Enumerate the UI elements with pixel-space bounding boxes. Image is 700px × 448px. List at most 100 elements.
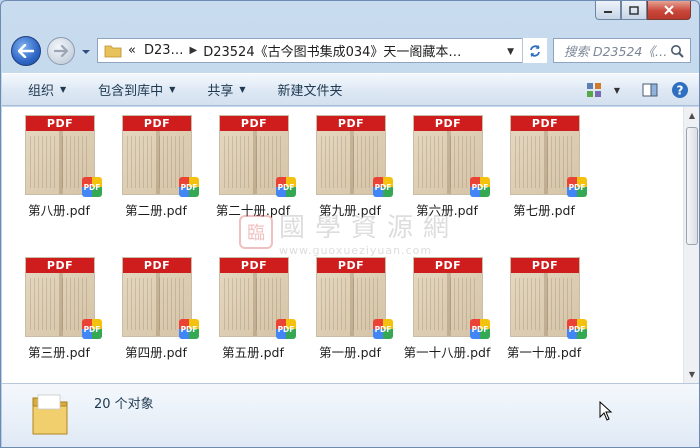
minimize-button[interactable] bbox=[595, 1, 621, 20]
mouse-cursor-icon bbox=[599, 401, 613, 421]
chevron-down-icon: ▼ bbox=[169, 85, 176, 94]
file-name: 第二十册.pdf bbox=[215, 203, 291, 218]
svg-text:?: ? bbox=[677, 84, 684, 98]
organize-button[interactable]: 组织 ▼ bbox=[2, 74, 78, 105]
include-in-library-button[interactable]: 包含到库中 ▼ bbox=[78, 74, 187, 105]
pdf-banner: PDF bbox=[220, 116, 288, 131]
explorer-window: « D23… ▶ D23524《古今图书集成034》天一阁藏本… ▼ 搜索 D2… bbox=[0, 0, 700, 448]
pdf-banner: PDF bbox=[511, 116, 579, 131]
pdf-app-icon: PDF bbox=[82, 319, 102, 339]
recent-pages-dropdown-icon[interactable] bbox=[81, 47, 91, 57]
pdf-app-icon: PDF bbox=[373, 319, 393, 339]
file-name: 第三册.pdf bbox=[28, 345, 90, 360]
refresh-button[interactable] bbox=[522, 38, 547, 63]
new-folder-label: 新建文件夹 bbox=[277, 84, 343, 99]
pdf-banner: PDF bbox=[123, 116, 191, 131]
file-name: 第二册.pdf bbox=[125, 203, 187, 218]
file-item[interactable]: PDF PDF 第八册.pdf bbox=[13, 107, 105, 227]
pdf-app-icon: PDF bbox=[567, 177, 587, 197]
share-button[interactable]: 共享 ▼ bbox=[187, 74, 257, 105]
file-item[interactable]: PDF PDF 第二十册.pdf bbox=[207, 107, 299, 227]
pdf-banner: PDF bbox=[414, 258, 482, 273]
breadcrumb-separator-icon[interactable]: ▶ bbox=[190, 45, 198, 56]
file-item[interactable]: PDF PDF 第七册.pdf bbox=[498, 107, 590, 227]
pdf-app-icon: PDF bbox=[82, 177, 102, 197]
file-name: 第八册.pdf bbox=[28, 203, 90, 218]
pdf-banner: PDF bbox=[26, 258, 94, 273]
search-icon[interactable] bbox=[670, 44, 684, 58]
pdf-app-icon: PDF bbox=[567, 319, 587, 339]
breadcrumb-item[interactable]: D23… bbox=[144, 43, 184, 58]
search-placeholder: 搜索 D23524《… bbox=[564, 44, 666, 59]
close-button[interactable] bbox=[647, 1, 691, 20]
help-button[interactable]: ? bbox=[670, 80, 690, 100]
file-item[interactable]: PDF PDF 第二册.pdf bbox=[110, 107, 202, 227]
maximize-icon bbox=[629, 5, 639, 15]
file-list[interactable]: PDF PDF 第八册.pdf PDF PDF 第二册.pdf PDF PDF … bbox=[2, 107, 699, 383]
pdf-banner: PDF bbox=[123, 258, 191, 273]
pdf-app-icon: PDF bbox=[373, 177, 393, 197]
refresh-icon bbox=[530, 44, 540, 57]
view-dropdown-icon[interactable]: ▼ bbox=[614, 86, 620, 95]
file-item[interactable]: PDF PDF 第四册.pdf bbox=[110, 249, 202, 369]
file-item[interactable]: PDF PDF 第一十八册.pdf bbox=[401, 249, 493, 369]
file-item[interactable]: PDF PDF 第三册.pdf bbox=[13, 249, 105, 369]
file-name: 第七册.pdf bbox=[513, 203, 575, 218]
file-name: 第四册.pdf bbox=[125, 345, 187, 360]
file-item[interactable]: PDF PDF 第九册.pdf bbox=[304, 107, 396, 227]
new-folder-button[interactable]: 新建文件夹 bbox=[258, 74, 355, 105]
details-pane: 20 个对象 bbox=[2, 383, 699, 447]
back-button[interactable] bbox=[11, 36, 41, 66]
pdf-app-icon: PDF bbox=[470, 319, 490, 339]
change-view-button[interactable] bbox=[584, 80, 604, 100]
scroll-up-icon[interactable]: ▲ bbox=[684, 107, 699, 124]
file-name: 第九册.pdf bbox=[319, 203, 381, 218]
view-tiles-icon bbox=[586, 83, 601, 97]
file-item[interactable]: PDF PDF 第一册.pdf bbox=[304, 249, 396, 369]
organize-label: 组织 bbox=[28, 84, 55, 99]
preview-pane-button[interactable] bbox=[640, 80, 660, 100]
close-icon bbox=[664, 5, 674, 15]
file-item[interactable]: PDF PDF 第五册.pdf bbox=[207, 249, 299, 369]
folder-icon bbox=[104, 45, 122, 57]
pdf-app-icon: PDF bbox=[179, 319, 199, 339]
pdf-app-icon: PDF bbox=[276, 177, 296, 197]
view-controls: ▼ ? bbox=[584, 80, 690, 100]
pdf-banner: PDF bbox=[26, 116, 94, 131]
folder-icon bbox=[32, 394, 68, 435]
file-name: 第一十八册.pdf bbox=[403, 345, 491, 360]
item-count: 20 个对象 bbox=[94, 397, 154, 412]
share-label: 共享 bbox=[207, 84, 234, 99]
breadcrumb-current[interactable]: D23524《古今图书集成034》天一阁藏本… bbox=[203, 41, 461, 60]
address-row: « D23… ▶ D23524《古今图书集成034》天一阁藏本… ▼ 搜索 D2… bbox=[1, 33, 699, 69]
pdf-banner: PDF bbox=[220, 258, 288, 273]
pdf-banner: PDF bbox=[511, 258, 579, 273]
pdf-banner: PDF bbox=[414, 116, 482, 131]
file-item[interactable]: PDF PDF 第一十册.pdf bbox=[498, 249, 590, 369]
back-arrow-icon bbox=[18, 44, 34, 58]
file-item[interactable]: PDF PDF 第六册.pdf bbox=[401, 107, 493, 227]
scroll-down-icon[interactable]: ▼ bbox=[684, 366, 699, 383]
caption-buttons bbox=[595, 1, 691, 20]
breadcrumb-overflow[interactable]: « bbox=[128, 43, 136, 58]
chevron-down-icon: ▼ bbox=[60, 85, 67, 94]
scrollbar-thumb[interactable] bbox=[686, 127, 698, 245]
address-bar[interactable]: « D23… ▶ D23524《古今图书集成034》天一阁藏本… ▼ bbox=[97, 38, 547, 63]
pdf-app-icon: PDF bbox=[470, 177, 490, 197]
file-name: 第六册.pdf bbox=[416, 203, 478, 218]
pdf-app-icon: PDF bbox=[276, 319, 296, 339]
pdf-banner: PDF bbox=[317, 116, 385, 131]
forward-button[interactable] bbox=[47, 37, 75, 65]
include-in-library-label: 包含到库中 bbox=[98, 84, 164, 99]
help-icon: ? bbox=[672, 82, 688, 98]
command-bar: 组织 ▼ 包含到库中 ▼ 共享 ▼ 新建文件夹 ▼ ? bbox=[2, 73, 699, 106]
search-box[interactable]: 搜索 D23524《… bbox=[553, 38, 691, 63]
chevron-down-icon: ▼ bbox=[239, 85, 246, 94]
maximize-button[interactable] bbox=[621, 1, 647, 20]
preview-pane-icon bbox=[642, 83, 658, 97]
pdf-banner: PDF bbox=[317, 258, 385, 273]
file-name: 第一十册.pdf bbox=[506, 345, 582, 360]
address-dropdown-icon[interactable]: ▼ bbox=[507, 47, 514, 57]
forward-arrow-icon bbox=[54, 45, 68, 57]
vertical-scrollbar[interactable]: ▲ ▼ bbox=[683, 107, 699, 383]
